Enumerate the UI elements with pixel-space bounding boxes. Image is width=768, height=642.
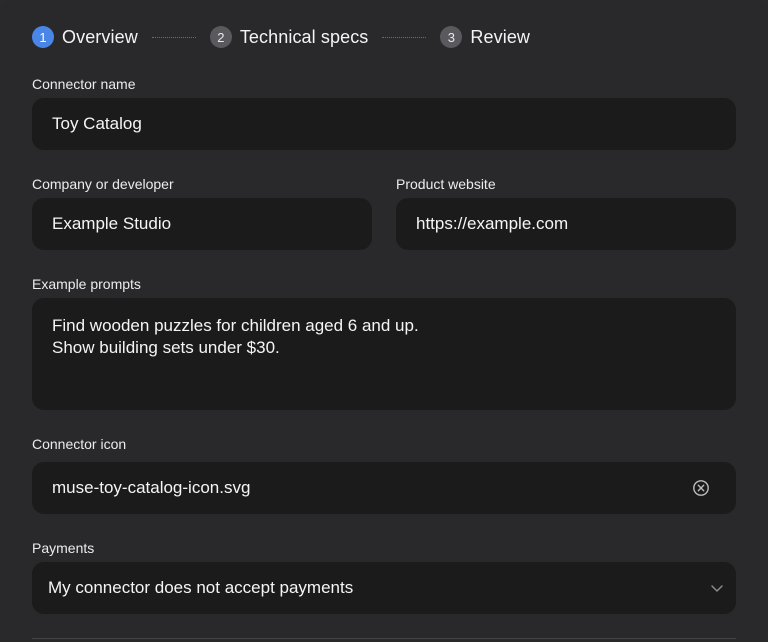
company-input[interactable]: Example Studio bbox=[32, 198, 372, 250]
step-separator bbox=[382, 36, 427, 38]
step-number: 2 bbox=[209, 26, 232, 48]
prompts-textarea[interactable]: Find wooden puzzles for children aged 6 … bbox=[32, 298, 736, 410]
footer-divider bbox=[32, 638, 736, 639]
connector-icon-label: Connector icon bbox=[32, 436, 127, 452]
payments-label: Payments bbox=[32, 540, 95, 556]
step-review[interactable]: 3 Review bbox=[440, 26, 530, 48]
step-number: 1 bbox=[32, 26, 54, 48]
payments-select[interactable]: My connector does not accept payments bbox=[32, 562, 736, 614]
step-separator bbox=[151, 36, 196, 38]
clear-circle-icon[interactable] bbox=[692, 479, 710, 497]
step-label: Overview bbox=[62, 26, 138, 47]
connector-name-input[interactable]: Toy Catalog bbox=[32, 98, 736, 150]
website-label: Product website bbox=[396, 176, 496, 192]
company-label: Company or developer bbox=[32, 176, 174, 192]
connector-name-label: Connector name bbox=[32, 76, 136, 92]
stepper: 1 Overview 2 Technical specs 3 Review bbox=[32, 24, 530, 50]
step-technical-specs[interactable]: 2 Technical specs bbox=[209, 26, 369, 48]
prompts-label: Example prompts bbox=[32, 276, 141, 292]
connector-icon-field[interactable]: muse-toy-catalog-icon.svg bbox=[32, 462, 736, 514]
chevron-down-icon bbox=[711, 585, 723, 592]
connector-icon-filename: muse-toy-catalog-icon.svg bbox=[52, 478, 251, 497]
website-input[interactable]: https://example.com bbox=[396, 198, 736, 250]
step-overview[interactable]: 1 Overview bbox=[32, 26, 138, 48]
step-label: Technical specs bbox=[239, 26, 369, 47]
step-number: 3 bbox=[440, 26, 463, 48]
payments-selected-value: My connector does not accept payments bbox=[48, 578, 354, 597]
step-label: Review bbox=[470, 26, 531, 47]
connector-form-panel: 1 Overview 2 Technical specs 3 Review Co… bbox=[0, 0, 768, 642]
